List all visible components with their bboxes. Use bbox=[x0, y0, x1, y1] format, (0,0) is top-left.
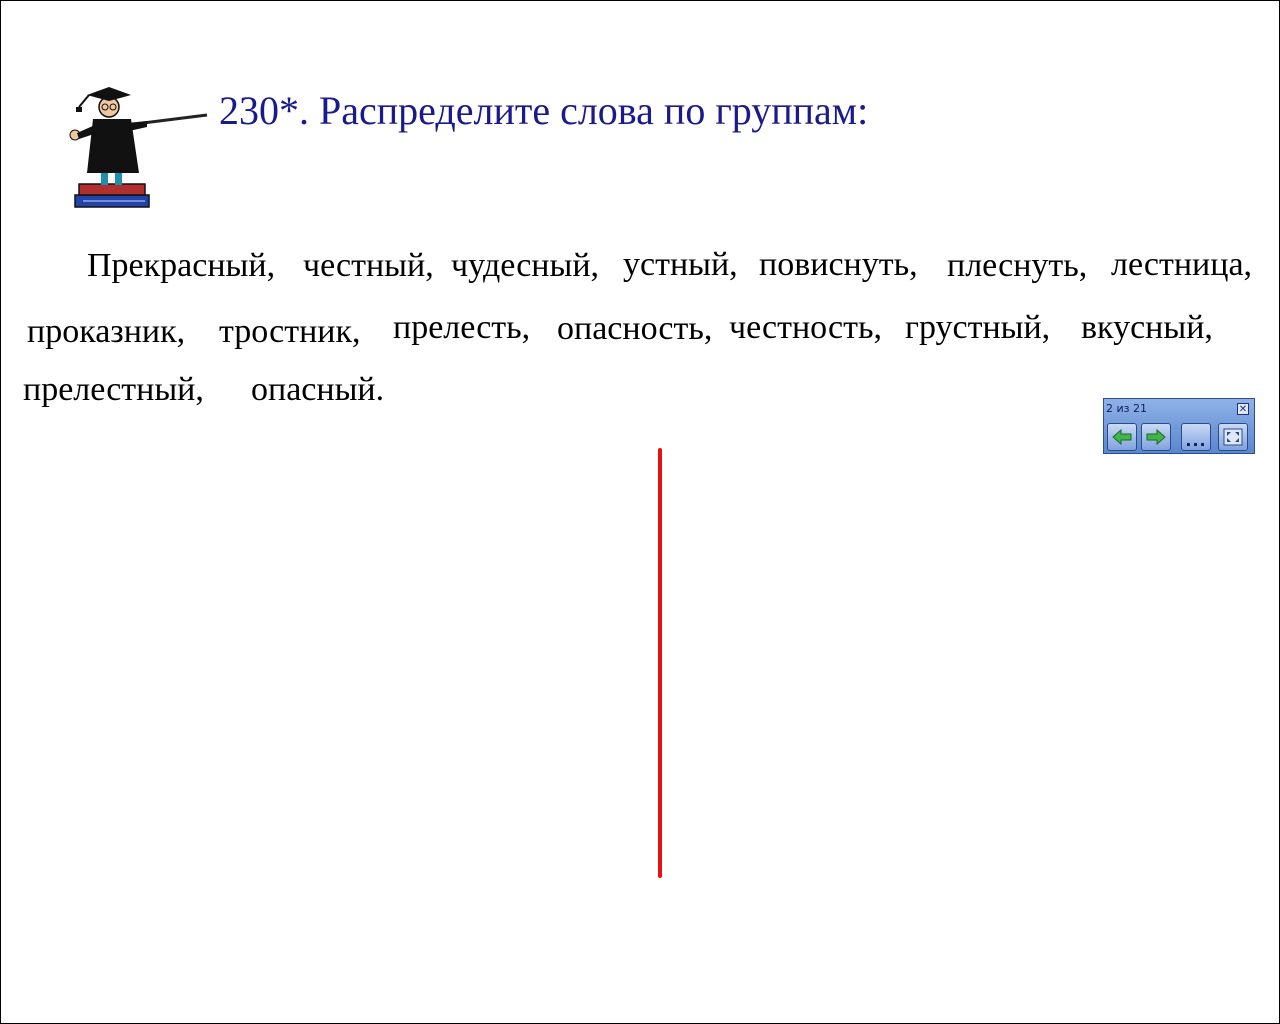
word: опасный. bbox=[251, 371, 385, 408]
arrow-left-icon bbox=[1112, 428, 1132, 446]
word: устный, bbox=[623, 246, 738, 283]
word: прелесть, bbox=[393, 309, 531, 346]
word: чудесный, bbox=[451, 247, 600, 284]
word: повиснуть, bbox=[759, 246, 918, 283]
fullscreen-icon bbox=[1223, 428, 1243, 446]
menu-button[interactable]: ... bbox=[1181, 423, 1211, 451]
slideshow-toolbar: 2 из 21 ✕ ... bbox=[1103, 398, 1255, 454]
word: прелестный, bbox=[23, 371, 204, 408]
divider-line bbox=[658, 448, 662, 878]
word: опасность, bbox=[557, 310, 713, 347]
word: честный, bbox=[303, 247, 434, 284]
word: тростник, bbox=[219, 313, 361, 350]
arrow-right-icon bbox=[1146, 428, 1166, 446]
word: вкусный, bbox=[1081, 309, 1213, 346]
word: проказник, bbox=[27, 313, 186, 350]
slide-counter: 2 из 21 bbox=[1106, 402, 1147, 415]
page-title: 230*. Распределите слова по группам: bbox=[219, 88, 869, 133]
previous-slide-button[interactable] bbox=[1107, 423, 1137, 451]
word: плеснуть, bbox=[947, 247, 1088, 284]
word: грустный, bbox=[905, 309, 1051, 346]
next-slide-button[interactable] bbox=[1141, 423, 1171, 451]
fullscreen-button[interactable] bbox=[1218, 423, 1248, 451]
word: честность, bbox=[729, 309, 882, 346]
word: Прекрасный, bbox=[87, 247, 276, 284]
word: лестница, bbox=[1111, 246, 1253, 283]
slide: 230*. Распределите слова по группам: Пре… bbox=[0, 0, 1280, 1024]
professor-icon bbox=[69, 87, 208, 208]
close-icon[interactable]: ✕ bbox=[1237, 403, 1249, 415]
